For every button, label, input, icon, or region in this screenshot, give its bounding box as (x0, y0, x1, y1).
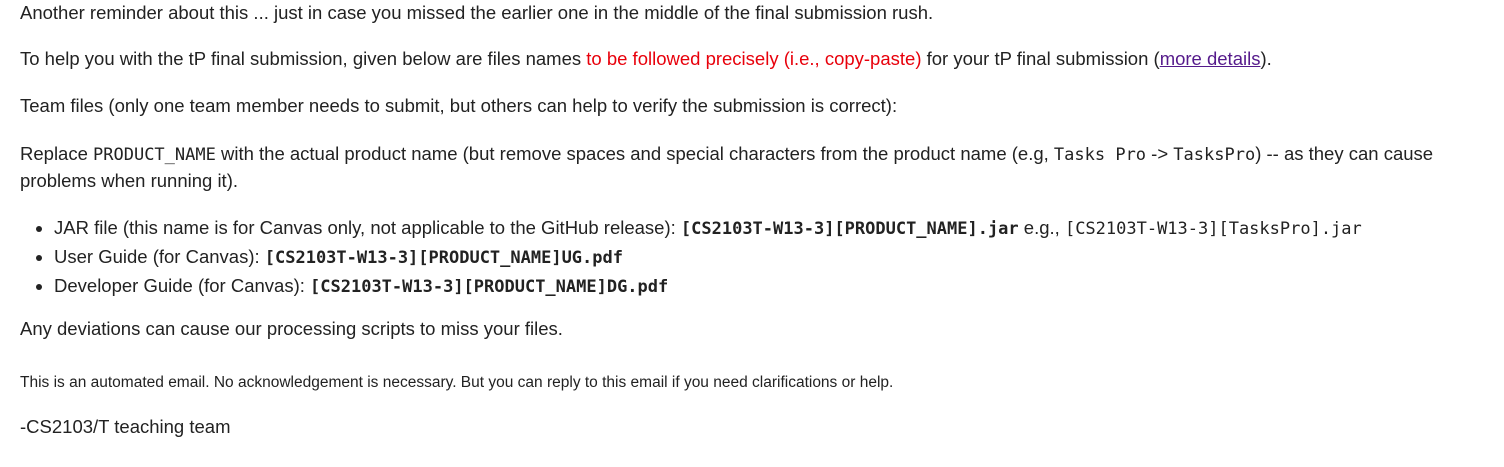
list-item-label: JAR file (this name is for Canvas only, … (54, 217, 681, 238)
list-item-ug: User Guide (for Canvas): [CS2103T-W13-3]… (54, 243, 1362, 272)
list-item-label: User Guide (for Canvas): (54, 246, 265, 267)
list-item-label: Developer Guide (for Canvas): (54, 275, 311, 296)
example-code-before: Tasks Pro (1053, 145, 1147, 165)
product-name-code: PRODUCT_NAME (93, 145, 216, 165)
signature: -CS2103/T teaching team (20, 416, 231, 437)
dg-filename-code: [CS2103T-W13-3][PRODUCT_NAME]DG.pdf (310, 277, 669, 297)
file-list: JAR file (this name is for Canvas only, … (0, 214, 1362, 301)
list-item-dg: Developer Guide (for Canvas): [CS2103T-W… (54, 272, 1362, 301)
jar-filename-code: [CS2103T-W13-3][PRODUCT_NAME].jar (680, 219, 1019, 239)
replace-paragraph: Replace PRODUCT_NAME with the actual pro… (20, 141, 1480, 194)
arrow-text: -> (1146, 143, 1174, 164)
list-item-extra: e.g., (1018, 217, 1065, 238)
instructions-text-3: ). (1260, 48, 1272, 69)
ug-filename-code: [CS2103T-W13-3][PRODUCT_NAME]UG.pdf (264, 248, 623, 268)
more-details-link[interactable]: more details (1160, 48, 1261, 69)
instructions-paragraph: To help you with the tP final submission… (20, 46, 1272, 72)
replace-text-2: with the actual product name (but remove… (215, 143, 1054, 164)
instructions-text: To help you with the tP final submission… (20, 48, 587, 69)
example-code-after: TasksPro (1173, 145, 1256, 165)
replace-text: Replace (20, 143, 94, 164)
emphasis-text: to be followed precisely (i.e., copy-pas… (586, 48, 922, 69)
jar-example-code: [CS2103T-W13-3][TasksPro].jar (1064, 219, 1362, 239)
instructions-text-2: for your tP final submission ( (921, 48, 1160, 69)
automated-notice: This is an automated email. No acknowled… (20, 374, 894, 391)
team-files-paragraph: Team files (only one team member needs t… (20, 95, 898, 116)
list-item-jar: JAR file (this name is for Canvas only, … (54, 214, 1362, 243)
deviation-warning: Any deviations can cause our processing … (20, 318, 563, 339)
reminder-paragraph: Another reminder about this ... just in … (20, 2, 934, 23)
